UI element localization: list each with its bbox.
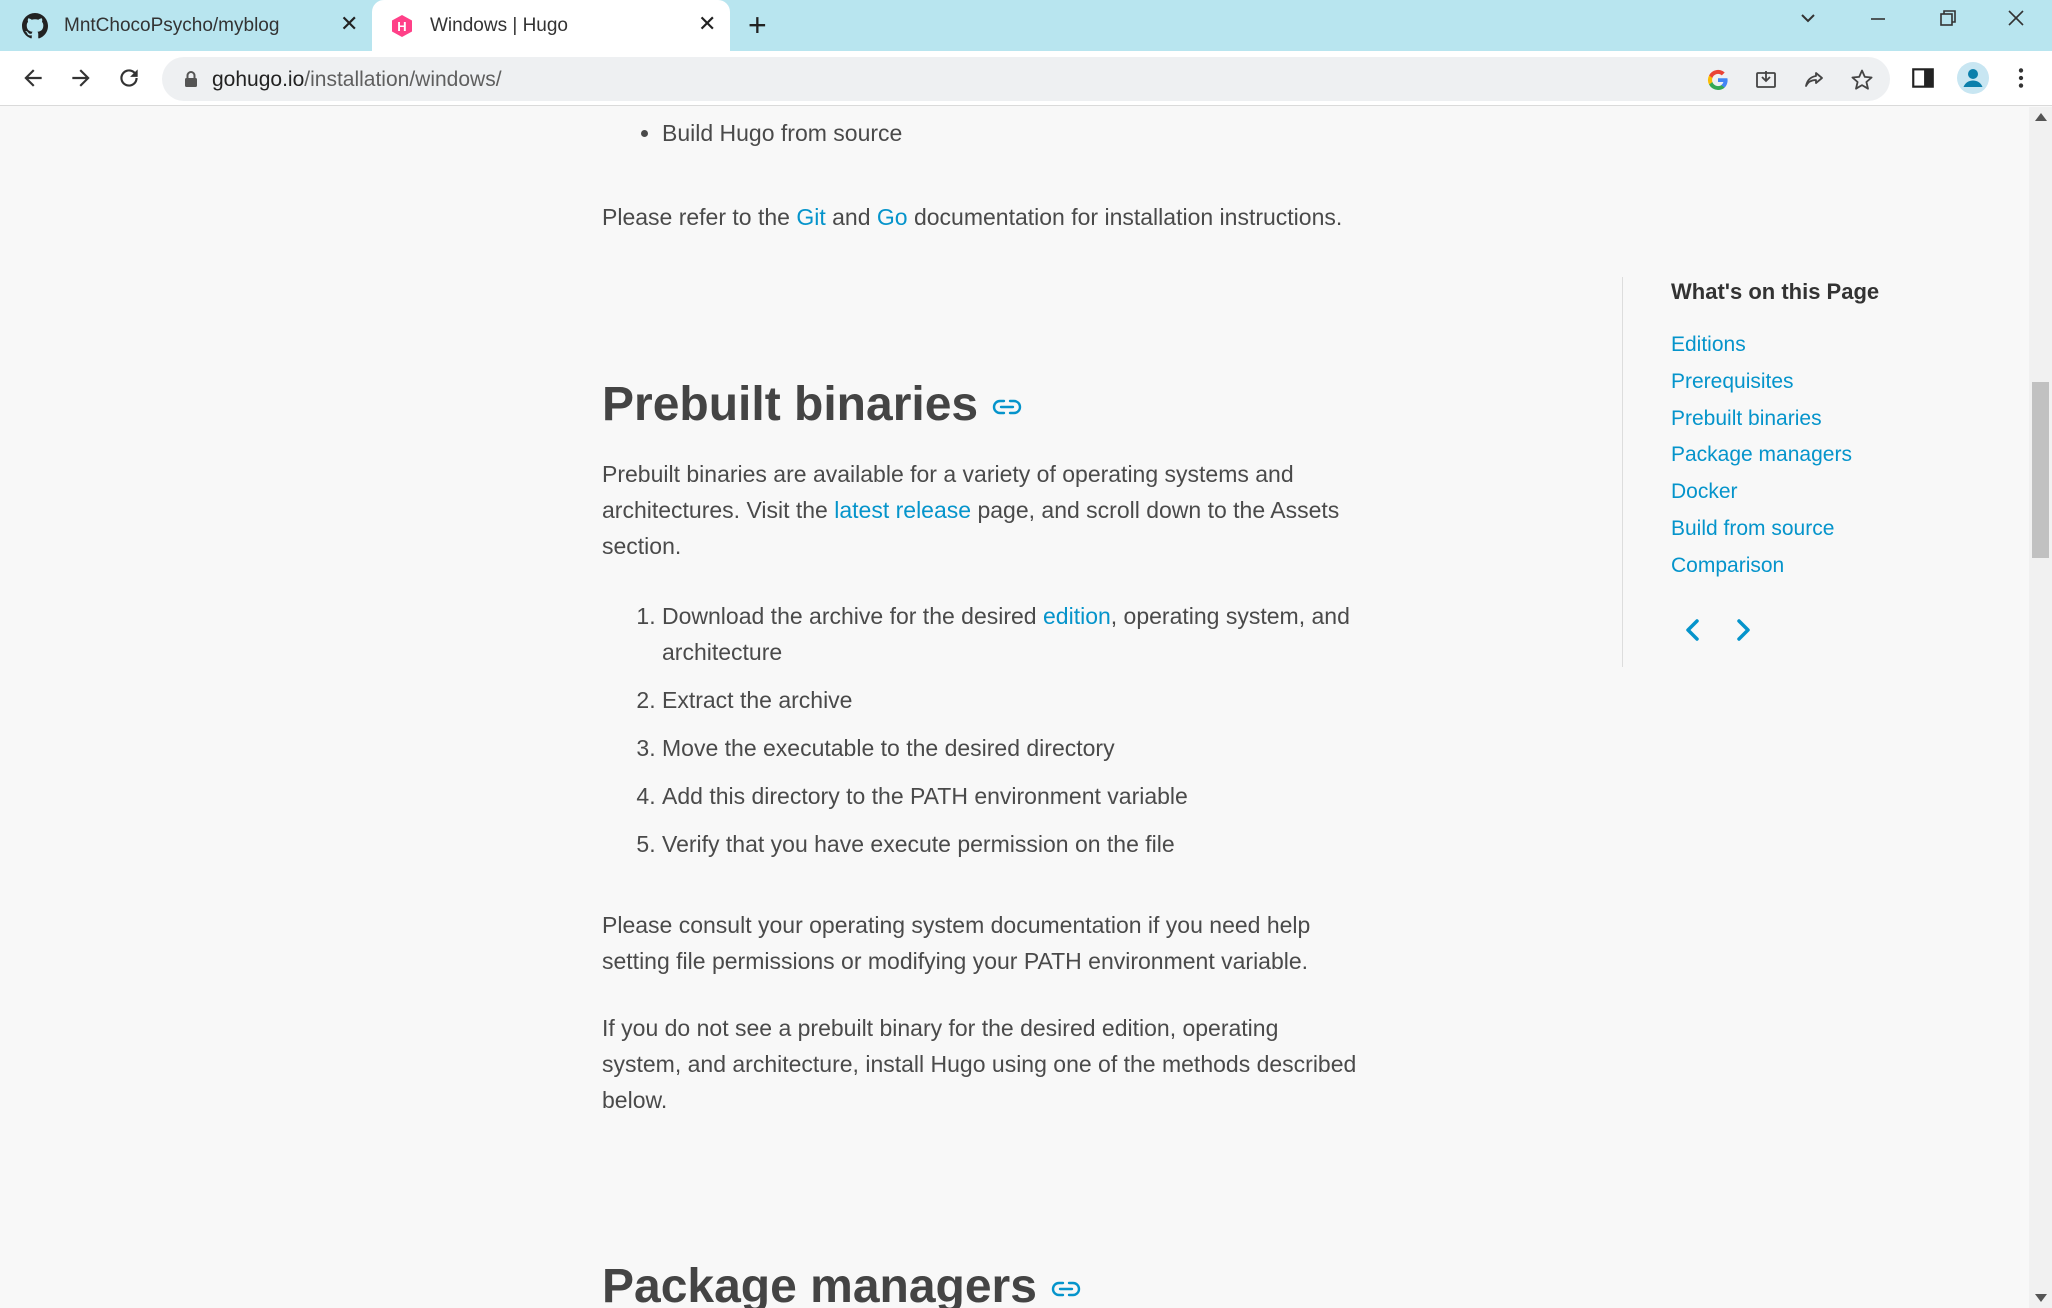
close-icon[interactable]: ✕ [340, 13, 358, 35]
paragraph-line: Please consult your operating system doc… [602, 912, 1311, 938]
scroll-down-arrow-icon[interactable] [2035, 1294, 2047, 1302]
toc-pagination [1683, 617, 1753, 643]
paragraph-line: setting file permissions or modifying yo… [602, 948, 1309, 974]
google-icon[interactable] [1706, 68, 1730, 92]
consult-paragraph: Please consult your operating system doc… [602, 907, 1310, 979]
install-app-icon[interactable] [1754, 68, 1778, 92]
browser-toolbar: gohugo.io/installation/windows/ [0, 51, 2052, 106]
new-tab-plus-icon[interactable]: + [748, 9, 767, 41]
list-item: Verify that you have execute permission … [662, 826, 1442, 862]
tab-strip: MntChocoPsycho/myblog ✕ H Windows | Hugo… [0, 0, 2052, 51]
paragraph-line: If you do not see a prebuilt binary for … [602, 1015, 1279, 1041]
git-link[interactable]: Git [796, 204, 825, 230]
back-arrow-icon[interactable] [18, 63, 48, 93]
installation-steps-list: Download the archive for the desired edi… [662, 598, 1442, 874]
latest-release-link[interactable]: latest release [834, 497, 971, 523]
link-anchor-icon[interactable] [1051, 1280, 1081, 1298]
scrollbar-thumb[interactable] [2032, 382, 2049, 558]
section-heading-package-managers: Package managers [602, 1259, 1081, 1308]
tab-search-chevron-icon[interactable] [1798, 8, 1818, 34]
previous-chevron-icon[interactable] [1683, 617, 1703, 643]
paragraph-line: architectures. Visit the latest release … [602, 497, 1340, 523]
side-panel-icon[interactable] [1910, 65, 1936, 91]
reload-icon[interactable] [114, 63, 144, 93]
toc-list: Editions Prerequisites Prebuilt binaries… [1671, 327, 1952, 585]
prebuilt-paragraph: Prebuilt binaries are available for a va… [602, 456, 1339, 564]
toc-link[interactable]: Build from source [1671, 517, 1834, 540]
list-item: Add this directory to the PATH environme… [662, 778, 1442, 814]
toc-link[interactable]: Package managers [1671, 443, 1852, 466]
url-text[interactable]: gohugo.io/installation/windows/ [212, 68, 502, 92]
tab-title: Windows | Hugo [430, 14, 568, 36]
toc-item-docker: Docker [1671, 474, 1952, 511]
fallback-paragraph: If you do not see a prebuilt binary for … [602, 1010, 1356, 1118]
scroll-up-arrow-icon[interactable] [2035, 113, 2047, 121]
minimize-icon[interactable] [1868, 8, 1888, 34]
toc-link[interactable]: Editions [1671, 333, 1746, 356]
toc-link[interactable]: Docker [1671, 480, 1738, 503]
share-icon[interactable] [1802, 68, 1826, 92]
toc-link[interactable]: Prerequisites [1671, 370, 1794, 393]
tab-title: MntChocoPsycho/myblog [64, 14, 280, 36]
next-chevron-icon[interactable] [1733, 617, 1753, 643]
list-item: Move the executable to the desired direc… [662, 730, 1442, 766]
toc-item-package-managers: Package managers [1671, 437, 1952, 474]
go-link[interactable]: Go [877, 204, 908, 230]
svg-text:H: H [397, 19, 406, 34]
refer-paragraph: Please refer to the Git and Go documenta… [602, 204, 1343, 230]
lock-icon[interactable] [184, 70, 198, 88]
tab-github[interactable]: MntChocoPsycho/myblog ✕ [22, 0, 362, 51]
list-item: Extract the archive [662, 682, 1442, 718]
bullet-list: Build Hugo from source [662, 115, 902, 151]
edition-link[interactable]: edition [1043, 603, 1111, 629]
profile-avatar-icon[interactable] [1957, 62, 1989, 94]
list-item: Build Hugo from source [662, 115, 902, 151]
tab-hugo[interactable]: H Windows | Hugo ✕ [372, 0, 730, 51]
paragraph-line: system, and architecture, install Hugo u… [602, 1051, 1357, 1077]
table-of-contents: What's on this Page Editions Prerequisit… [1622, 277, 1952, 667]
paragraph-line: Prebuilt binaries are available for a va… [602, 461, 1294, 487]
toc-title: What's on this Page [1671, 279, 1880, 304]
toc-item-comparison: Comparison [1671, 548, 1952, 585]
link-anchor-icon[interactable] [992, 398, 1022, 416]
vertical-scrollbar[interactable] [2029, 107, 2052, 1308]
paragraph-line: below. [602, 1087, 668, 1113]
forward-arrow-icon[interactable] [66, 63, 96, 93]
toc-item-build-from-source: Build from source [1671, 511, 1952, 548]
bookmark-star-icon[interactable] [1850, 68, 1874, 92]
close-icon[interactable]: ✕ [698, 13, 716, 35]
kebab-menu-icon[interactable] [2008, 65, 2034, 91]
hugo-icon: H [392, 14, 412, 37]
toc-item-prebuilt-binaries: Prebuilt binaries [1671, 401, 1952, 438]
list-item: Download the archive for the desired edi… [662, 598, 1442, 670]
address-bar[interactable]: gohugo.io/installation/windows/ [162, 57, 1890, 101]
paragraph-line: section. [602, 533, 682, 559]
toc-link[interactable]: Comparison [1671, 554, 1784, 577]
section-heading-prebuilt-binaries: Prebuilt binaries [602, 377, 1022, 433]
github-icon [22, 12, 48, 38]
close-window-icon[interactable] [2006, 8, 2026, 34]
toc-item-prerequisites: Prerequisites [1671, 364, 1952, 401]
web-page: Build Hugo from source Please refer to t… [0, 107, 2029, 1308]
toc-link[interactable]: Prebuilt binaries [1671, 407, 1822, 430]
toc-item-editions: Editions [1671, 327, 1952, 364]
restore-icon[interactable] [1938, 8, 1958, 34]
